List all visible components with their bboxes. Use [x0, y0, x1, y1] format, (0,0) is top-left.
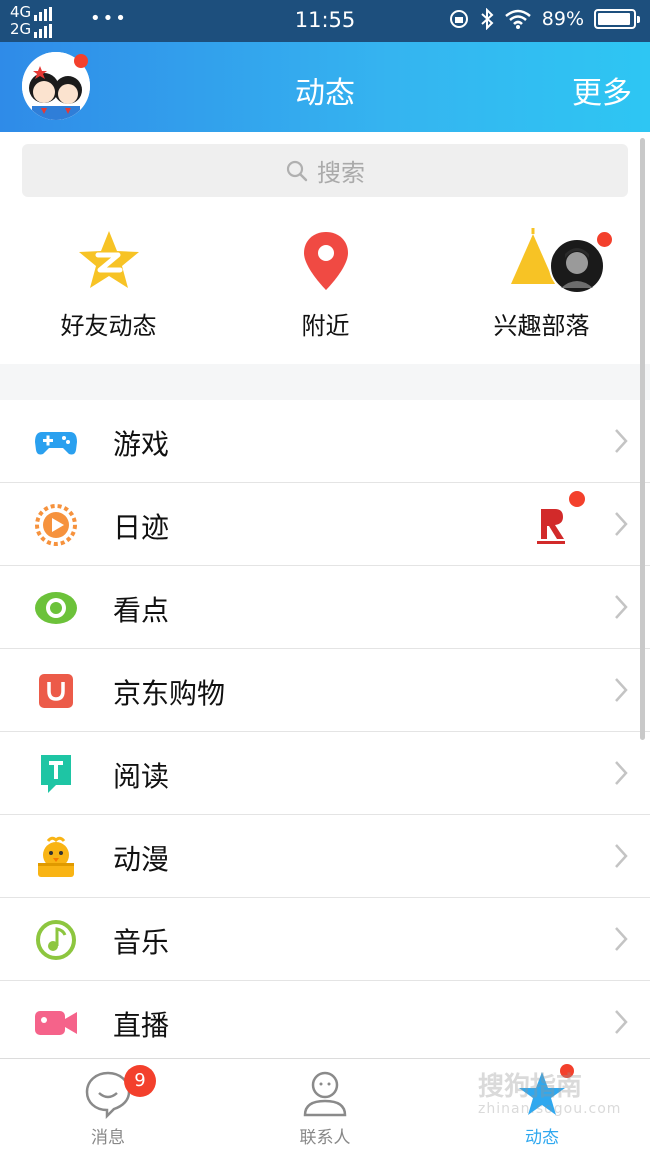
- chevron-right-icon: [615, 927, 628, 951]
- app-header: 动态 更多: [0, 42, 650, 132]
- tribe-user-avatar: [549, 238, 605, 294]
- video-camera-icon: [35, 1011, 77, 1035]
- chevron-right-icon: [615, 678, 628, 702]
- tribe-notification-dot: [597, 232, 612, 247]
- wifi-icon: [504, 9, 531, 29]
- search-input[interactable]: 搜索: [22, 144, 628, 197]
- watermark-text: 搜狗指南: [478, 1072, 583, 1102]
- chevron-right-icon: [615, 512, 628, 536]
- list-item-music[interactable]: 音乐: [0, 898, 650, 981]
- chevron-right-icon: [615, 429, 628, 453]
- feature-list: 游戏 日迹 看点 京东购物 阅读 动漫 音乐 直播: [0, 400, 650, 1064]
- list-item-label: 音乐: [113, 926, 170, 959]
- battery-percent: 89%: [541, 8, 584, 30]
- list-item-label: 直播: [113, 1009, 170, 1042]
- more-button[interactable]: 更多: [572, 68, 632, 112]
- eye-icon: [35, 592, 77, 624]
- watermark: 搜狗指南 zhinan.sogou.com: [478, 1066, 638, 1117]
- search-placeholder: 搜索: [317, 159, 365, 187]
- page-title: 动态: [295, 76, 355, 111]
- search-icon: [286, 160, 308, 181]
- gamepad-icon: [35, 432, 77, 455]
- tab-contacts[interactable]: 联系人: [217, 1059, 433, 1155]
- chevron-right-icon: [615, 1010, 628, 1034]
- tab-label: 动态: [525, 1128, 559, 1148]
- list-item-live[interactable]: 直播: [0, 981, 650, 1064]
- status-bar: 4G 2G ••• 11:55 89%: [0, 0, 650, 42]
- unread-badge: 9: [124, 1065, 156, 1097]
- list-item-label: 日迹: [113, 511, 170, 544]
- chevron-right-icon: [615, 761, 628, 785]
- bluetooth-icon: [481, 8, 494, 30]
- list-item-jd-shopping[interactable]: 京东购物: [0, 649, 650, 732]
- rotation-lock-icon: [449, 10, 468, 28]
- scrollbar[interactable]: [640, 138, 645, 740]
- list-item-reading[interactable]: 阅读: [0, 732, 650, 815]
- shopping-bag-icon: [39, 674, 73, 708]
- avatar-notification-dot: [74, 54, 88, 68]
- quick-link-label: 兴趣部落: [493, 312, 590, 340]
- watermark-url: zhinan.sogou.com: [478, 1101, 622, 1117]
- tab-label: 消息: [91, 1128, 125, 1148]
- play-circle-icon: [35, 504, 77, 546]
- chevron-right-icon: [615, 595, 628, 619]
- battery-icon: [594, 9, 640, 29]
- chevron-right-icon: [615, 844, 628, 868]
- list-item-daily-trace[interactable]: 日迹: [0, 483, 650, 566]
- list-item-label: 阅读: [113, 760, 170, 793]
- daily-trace-notification-dot: [569, 491, 585, 507]
- tab-messages[interactable]: 9 消息: [0, 1059, 216, 1155]
- list-item-games[interactable]: 游戏: [0, 400, 650, 483]
- brand-logo-thumbnail: [533, 503, 569, 547]
- book-icon: [41, 755, 71, 793]
- quick-link-label: 好友动态: [60, 312, 157, 340]
- contact-person-icon: [303, 1071, 347, 1117]
- tab-label: 联系人: [299, 1128, 351, 1148]
- quick-link-label: 附近: [301, 312, 350, 340]
- quick-links: 好友动态 附近 兴趣部落: [0, 206, 650, 364]
- search-area: 搜索: [0, 132, 650, 206]
- location-pin-icon: [303, 232, 348, 290]
- list-item-label: 看点: [113, 594, 170, 627]
- list-item-label: 游戏: [113, 428, 170, 461]
- star-z-icon: [78, 231, 139, 288]
- music-note-icon: [36, 920, 76, 960]
- list-item-kandian[interactable]: 看点: [0, 566, 650, 649]
- anime-chick-icon: [38, 836, 74, 877]
- list-item-anime[interactable]: 动漫: [0, 815, 650, 898]
- list-item-label: 京东购物: [113, 677, 226, 710]
- list-item-label: 动漫: [113, 843, 170, 876]
